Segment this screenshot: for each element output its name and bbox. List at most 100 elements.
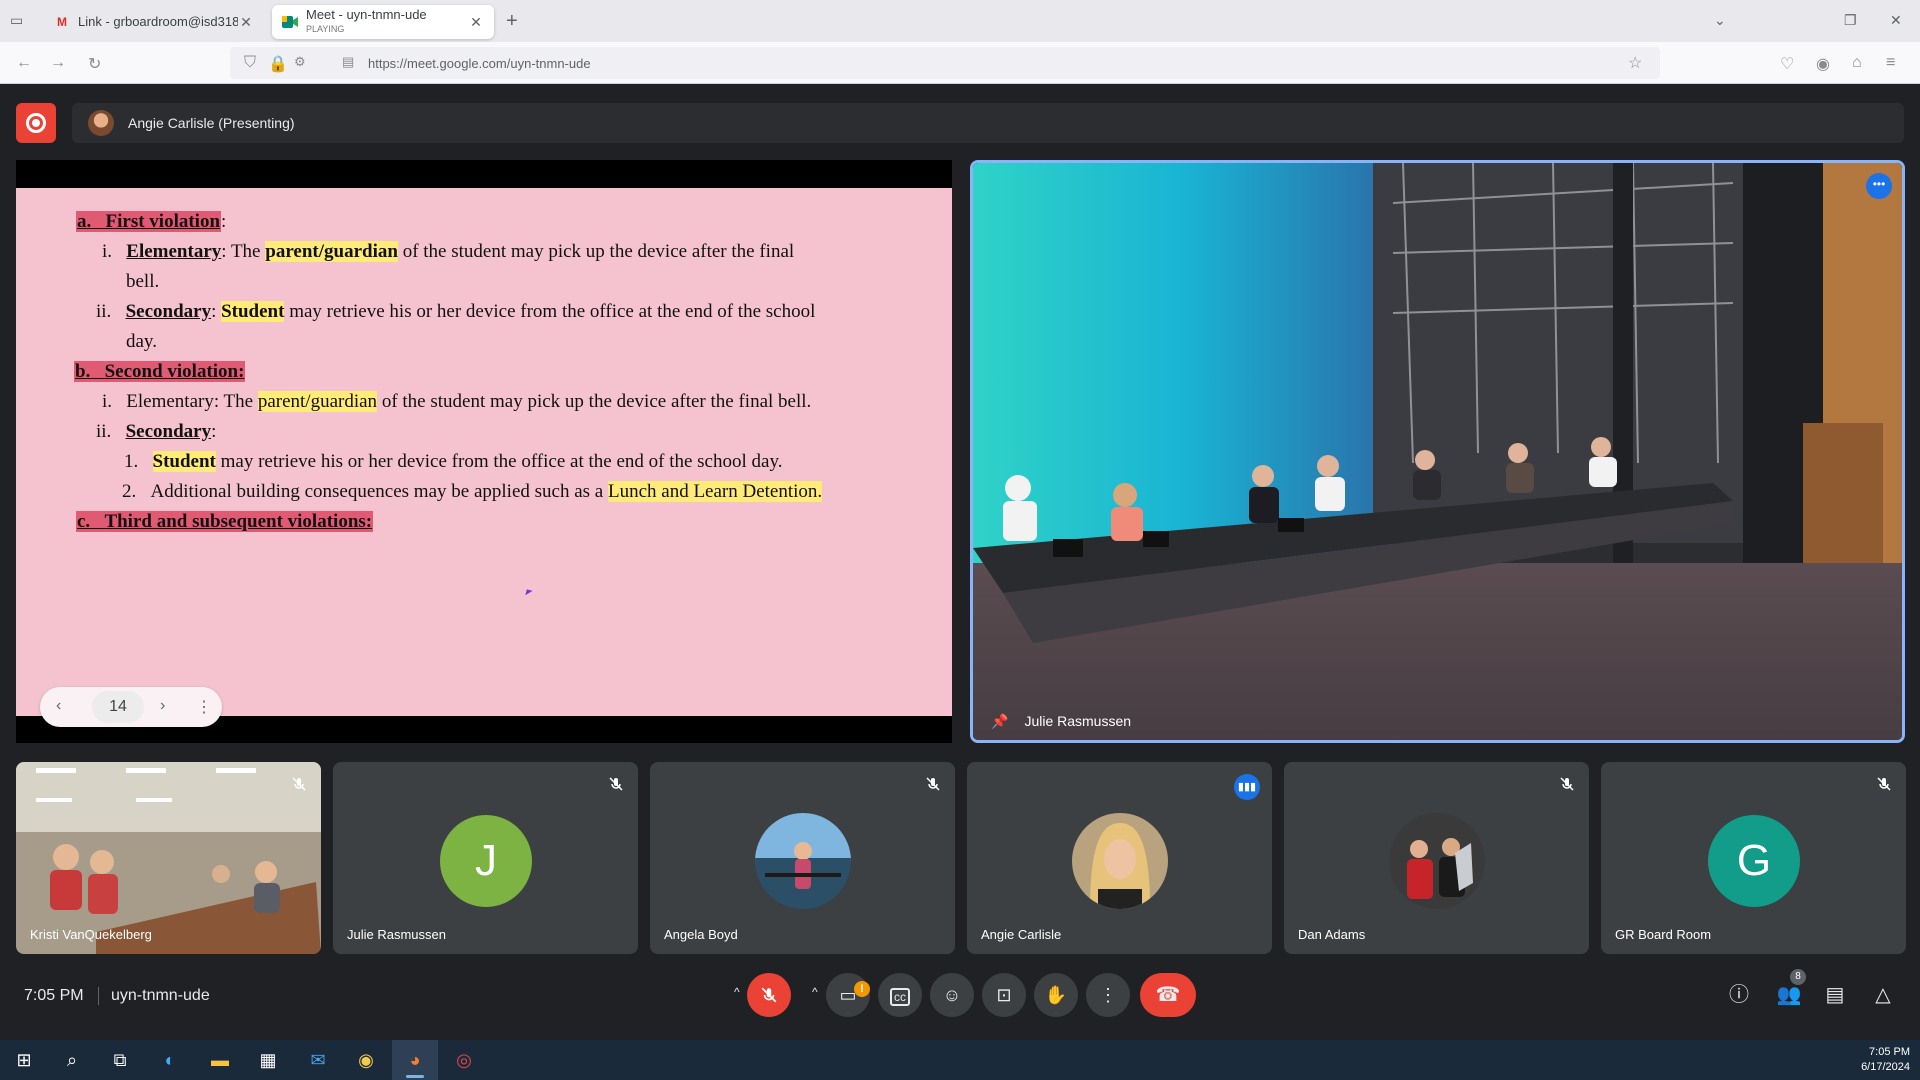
reactions-button[interactable]: ☺ bbox=[930, 973, 974, 1017]
participant-tile[interactable]: ▮▮▮ Angie Carlisle bbox=[967, 762, 1272, 954]
mic-toggle-button[interactable] bbox=[747, 973, 791, 1017]
avatar-letter: J bbox=[440, 815, 532, 907]
edge-icon[interactable]: ◐ bbox=[158, 1048, 182, 1072]
next-slide-icon[interactable]: › bbox=[160, 697, 165, 715]
audio-options-chevron-icon[interactable]: ^ bbox=[734, 985, 740, 999]
restore-window-icon[interactable]: ❐ bbox=[1844, 12, 1857, 29]
windows-start-icon[interactable]: ⊞ bbox=[12, 1048, 36, 1072]
presentation-area: a. First violation: i. Elementary: The p… bbox=[16, 160, 952, 743]
forward-arrow-icon[interactable]: → bbox=[50, 54, 66, 72]
raise-hand-button[interactable]: ✋ bbox=[1034, 973, 1078, 1017]
end-call-icon: ☎ bbox=[1155, 984, 1181, 1006]
reader-icon[interactable]: ▤ bbox=[342, 54, 354, 70]
more-vertical-icon: ⋮ bbox=[1099, 985, 1117, 1005]
slide-line-c: c. Third and subsequent violations: bbox=[76, 511, 374, 532]
presenting-label: Angie Carlisle (Presenting) bbox=[128, 115, 295, 131]
captions-button[interactable]: cc bbox=[878, 973, 922, 1017]
slide-line-a-ii: ii. Secondary: Student may retrieve his … bbox=[96, 301, 816, 322]
slide-more-icon[interactable]: ⋮ bbox=[196, 697, 212, 717]
close-window-icon[interactable]: ✕ bbox=[1890, 12, 1902, 29]
url-bar[interactable]: ⛉ 🔒 ⚙ ▤ https://meet.google.com/uyn-tnmn… bbox=[230, 47, 1660, 79]
extensions-icon[interactable]: ⌂ bbox=[1852, 54, 1862, 72]
browser-nav-bar: ← → ↻ ⛉ 🔒 ⚙ ▤ https://meet.google.com/uy… bbox=[0, 42, 1920, 84]
participant-tile[interactable]: Dan Adams bbox=[1284, 762, 1589, 954]
account-icon[interactable]: ◉ bbox=[1816, 54, 1830, 74]
participant-video bbox=[16, 762, 321, 954]
permissions-icon[interactable]: ⚙ bbox=[294, 54, 306, 70]
speaking-indicator-icon: ▮▮▮ bbox=[1234, 774, 1260, 800]
prev-slide-icon[interactable]: ‹ bbox=[56, 697, 61, 715]
tab-meet[interactable]: Meet - uyn-tnmn-ude PLAYING ✕ bbox=[272, 5, 494, 39]
label-a: a. First violation bbox=[76, 211, 222, 232]
taskbar-clock[interactable]: 7:05 PM 6/17/2024 bbox=[1861, 1045, 1910, 1075]
more-options-icon[interactable]: ••• bbox=[1866, 173, 1892, 199]
slide-line-b-ii: ii. Secondary: bbox=[96, 421, 217, 442]
presenter-avatar bbox=[88, 110, 114, 136]
back-arrow-icon[interactable]: ← bbox=[16, 54, 32, 72]
reload-icon[interactable]: ↻ bbox=[88, 54, 101, 74]
avatar bbox=[755, 813, 851, 909]
browser-tab-bar: ▭ M Link - grboardroom@isd318.or ✕ Meet … bbox=[0, 0, 1920, 42]
participant-name: Angela Boyd bbox=[664, 927, 738, 942]
shield-icon[interactable]: ⛉ bbox=[244, 54, 256, 72]
slide: a. First violation: i. Elementary: The p… bbox=[16, 188, 952, 727]
tab-title: Meet - uyn-tnmn-ude PLAYING bbox=[306, 8, 468, 36]
tab-playing-label: PLAYING bbox=[306, 24, 345, 34]
activities-icon[interactable]: △ bbox=[1868, 980, 1898, 1010]
muted-mic-icon bbox=[291, 776, 307, 792]
leave-call-button[interactable]: ☎ bbox=[1140, 973, 1196, 1017]
avatar-letter: G bbox=[1708, 815, 1800, 907]
present-button[interactable]: ⊡ bbox=[982, 973, 1026, 1017]
people-count-badge: 8 bbox=[1790, 969, 1806, 985]
emoji-icon: ☺ bbox=[942, 985, 962, 1005]
hand-icon: ✋ bbox=[1044, 985, 1068, 1005]
menu-icon[interactable]: ≡ bbox=[1886, 54, 1895, 72]
tab-overflow-chevron-icon[interactable]: ⌄ bbox=[1714, 12, 1726, 29]
firefox-icon[interactable]: ◕ bbox=[403, 1048, 427, 1072]
new-tab-button[interactable]: + bbox=[506, 10, 518, 33]
participant-name: GR Board Room bbox=[1615, 927, 1712, 942]
video-options-chevron-icon[interactable]: ^ bbox=[812, 985, 818, 999]
board-meeting-video bbox=[973, 163, 1902, 740]
taskbar-date: 6/17/2024 bbox=[1861, 1061, 1910, 1073]
meet-icon bbox=[282, 15, 298, 29]
screen-recorder-icon[interactable]: ◎ bbox=[452, 1048, 476, 1072]
chrome-icon[interactable]: ◉ bbox=[354, 1048, 378, 1072]
taskbar-time: 7:05 PM bbox=[1869, 1046, 1910, 1058]
windows-taskbar: ⊞ ⌕ ⧉ ◐ ▬ ▦ ✉ ◉ ◕ ◎ 7:05 PM 6/17/2024 bbox=[0, 1040, 1920, 1080]
url-text: https://meet.google.com/uyn-tnmn-ude bbox=[368, 56, 591, 71]
close-tab-icon[interactable]: ✕ bbox=[468, 14, 484, 31]
participant-tile[interactable]: Angela Boyd bbox=[650, 762, 955, 954]
participant-tile[interactable]: G GR Board Room bbox=[1601, 762, 1906, 954]
pin-icon[interactable]: 📌 bbox=[991, 713, 1008, 730]
search-icon[interactable]: ⌕ bbox=[60, 1048, 84, 1072]
participant-tile[interactable]: Kristi VanQuekelberg bbox=[16, 762, 321, 954]
store-icon[interactable]: ▦ bbox=[256, 1048, 280, 1072]
tab-title: Link - grboardroom@isd318.or bbox=[78, 15, 238, 29]
participant-name: Kristi VanQuekelberg bbox=[30, 927, 152, 942]
captions-icon: cc bbox=[890, 988, 910, 1006]
presenting-bar: Angie Carlisle (Presenting) bbox=[72, 103, 1904, 143]
meeting-code: uyn-tnmn-ude bbox=[111, 987, 210, 1004]
pocket-icon[interactable]: ♡ bbox=[1780, 54, 1794, 74]
chat-icon[interactable]: ▤ bbox=[1820, 980, 1850, 1010]
main-video-julie[interactable]: ••• 📌 Julie Rasmussen bbox=[970, 160, 1905, 743]
task-view-icon[interactable]: ⧉ bbox=[108, 1048, 132, 1072]
participant-tile[interactable]: J Julie Rasmussen bbox=[333, 762, 638, 954]
tab-gmail[interactable]: M Link - grboardroom@isd318.or ✕ bbox=[44, 5, 264, 39]
camera-warning-badge: ! bbox=[854, 981, 870, 997]
muted-mic-icon bbox=[925, 776, 941, 792]
tab-list-icon[interactable]: ▭ bbox=[10, 12, 30, 30]
meeting-time: 7:05 PM bbox=[24, 987, 84, 1004]
close-tab-icon[interactable]: ✕ bbox=[238, 14, 254, 31]
meet-stage: Angie Carlisle (Presenting) a. First vio… bbox=[0, 85, 1920, 1040]
more-options-button[interactable]: ⋮ bbox=[1086, 973, 1130, 1017]
slide-line-b-ii-1: 1. Student may retrieve his or her devic… bbox=[124, 451, 783, 472]
lock-icon[interactable]: 🔒 bbox=[268, 54, 288, 74]
bookmark-star-icon[interactable]: ☆ bbox=[1628, 53, 1642, 73]
meeting-info-icon[interactable]: ⓘ bbox=[1724, 980, 1754, 1010]
recording-indicator[interactable] bbox=[16, 103, 56, 143]
slide-page-number[interactable]: 14 bbox=[92, 691, 144, 723]
file-explorer-icon[interactable]: ▬ bbox=[208, 1048, 232, 1072]
mail-icon[interactable]: ✉ bbox=[306, 1048, 330, 1072]
